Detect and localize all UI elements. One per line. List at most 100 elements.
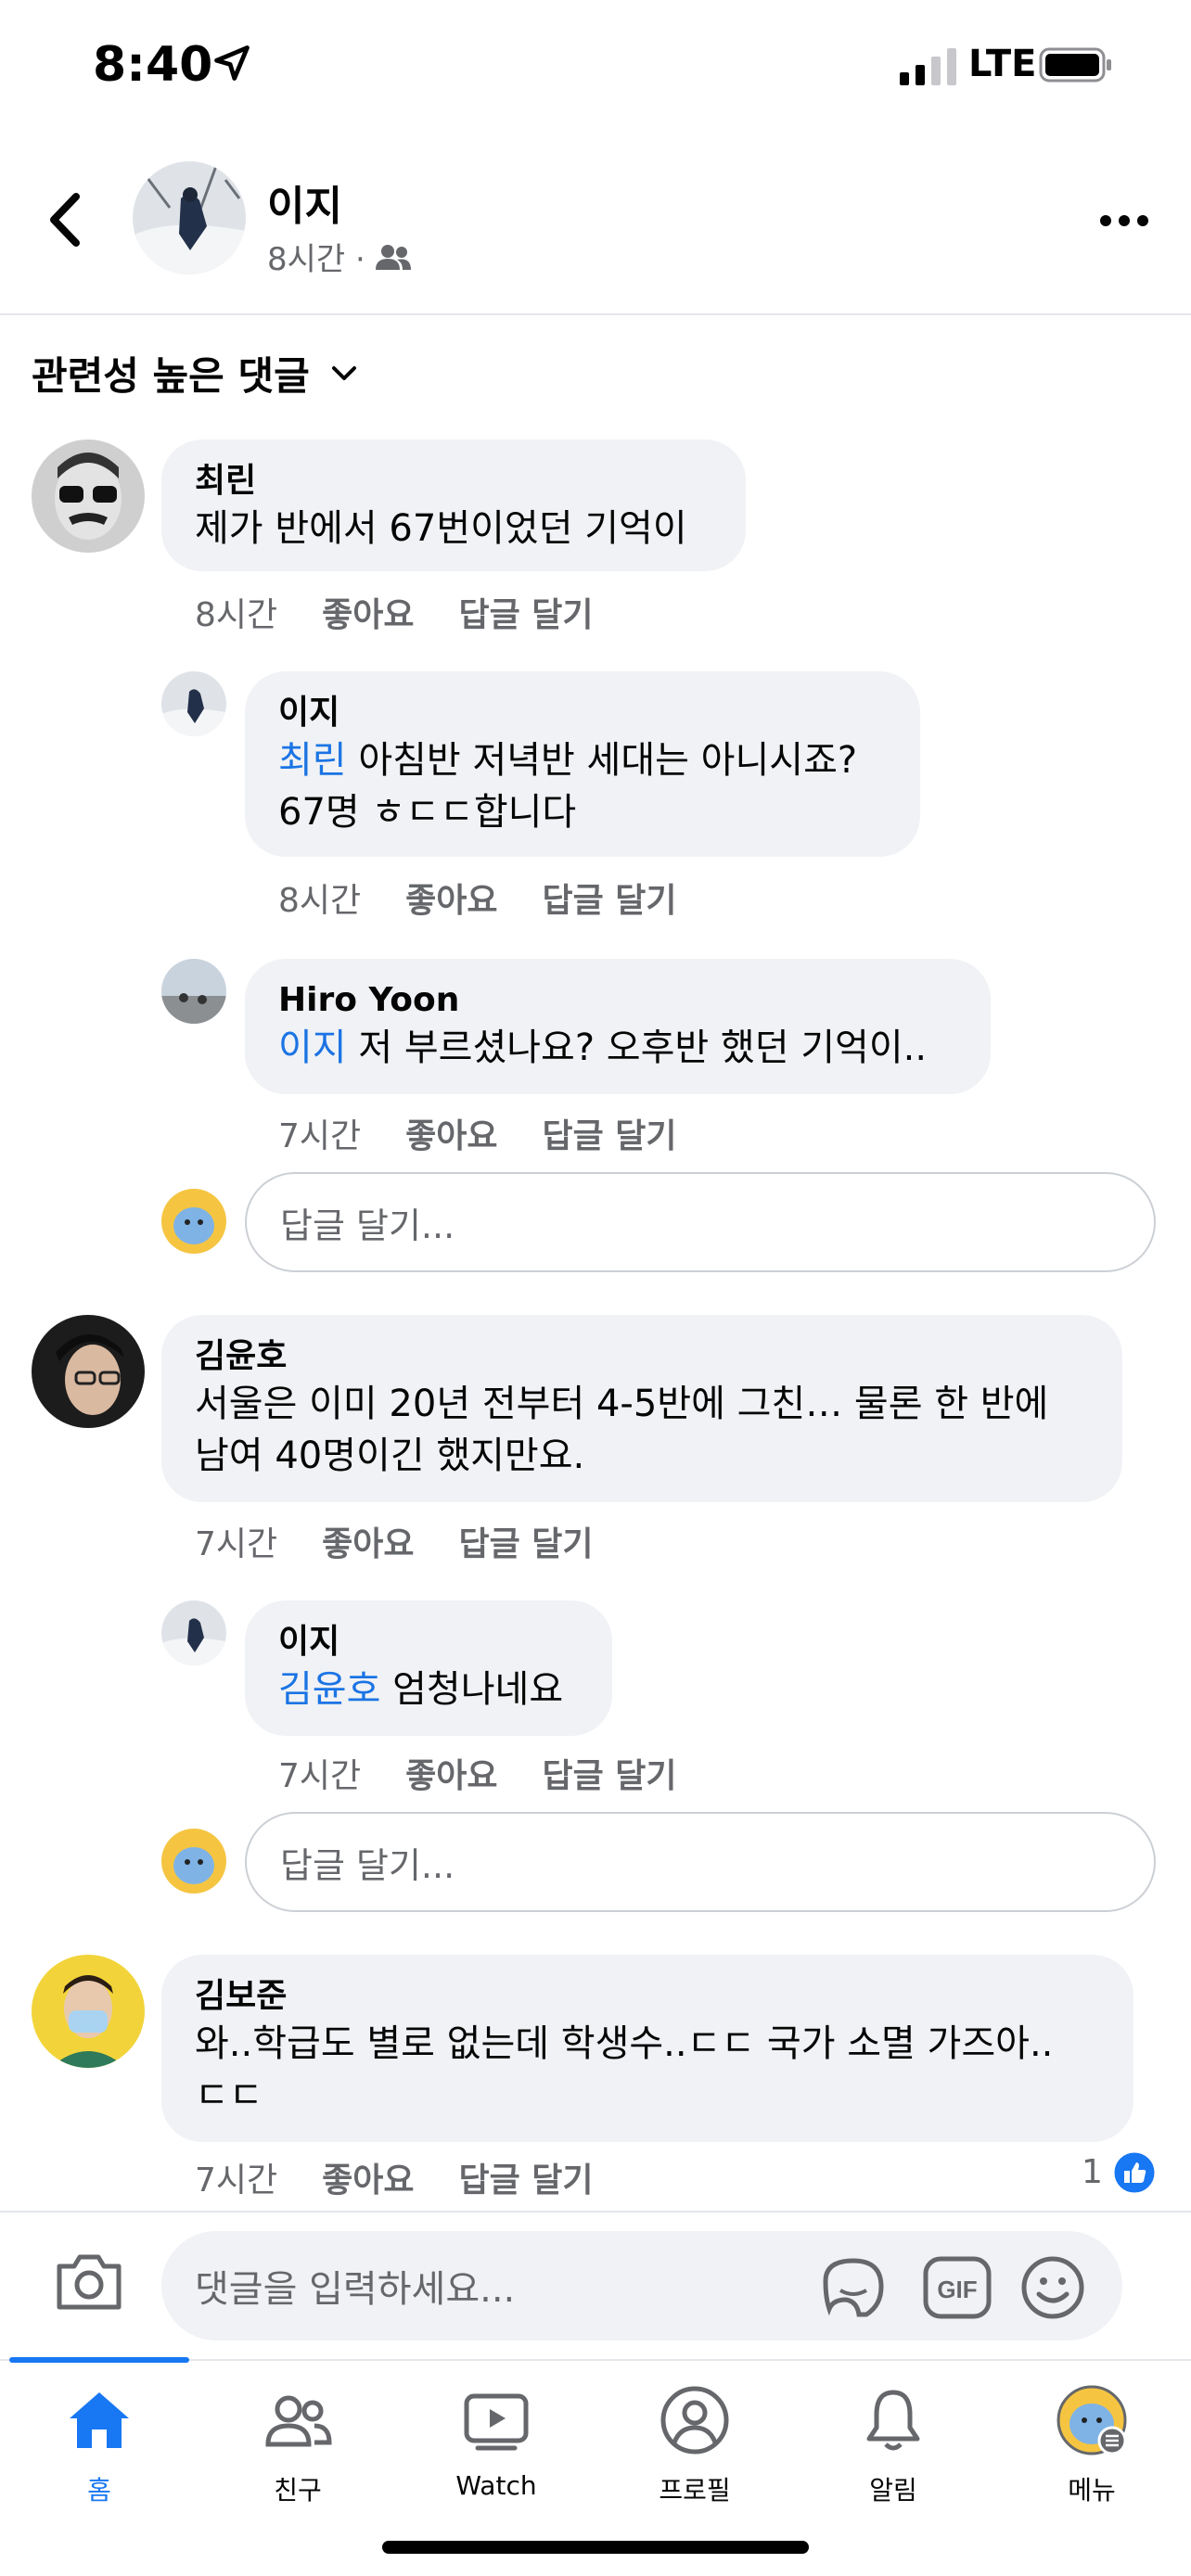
tab-notifications[interactable]: 알림 (794, 2383, 992, 2522)
comment-actions: 7시간 좋아요 답글 달기 (195, 1517, 594, 1565)
commenter-avatar[interactable] (32, 1315, 145, 1428)
post-header: 이지 8시간 · (0, 139, 1191, 315)
tab-label: 친구 (274, 2475, 322, 2506)
comment-bubble[interactable]: 최린 제가 반에서 67번이었던 기억이 (161, 440, 746, 571)
reply-button[interactable]: 답글 달기 (543, 874, 677, 922)
comment-actions: 8시간 좋아요 답글 달기 (195, 588, 594, 636)
commenter-avatar[interactable] (161, 671, 226, 736)
reply-button[interactable]: 답글 달기 (543, 1109, 677, 1157)
mention-link[interactable]: 김윤호 (278, 1668, 380, 1711)
commenter-avatar[interactable] (161, 959, 226, 1024)
comment-bubble[interactable]: 김윤호 서울은 이미 20년 전부터 4-5반에 그친… 물론 한 반에 남여 … (161, 1315, 1122, 1502)
post-time: 8시간 · (267, 241, 365, 278)
comment-text: 엄청나네요 (392, 1668, 564, 1711)
comment-time: 7시간 (278, 1117, 362, 1155)
like-button[interactable]: 좋아요 (322, 2153, 414, 2201)
reply-input[interactable]: 답글 달기... (245, 1812, 1156, 1912)
friends-icon (265, 2395, 332, 2447)
commenter-avatar[interactable] (161, 1600, 226, 1665)
status-time: 8:40 (93, 37, 213, 93)
comment-time: 7시간 (278, 1757, 362, 1795)
tab-label: 홈 (87, 2475, 111, 2506)
tab-profile[interactable]: 프로필 (596, 2383, 794, 2522)
mention-link[interactable]: 최린 (278, 739, 347, 782)
comment-text: 남여 40명이긴 했지만요. (195, 1435, 585, 1477)
menu-avatar-icon (1057, 2385, 1127, 2455)
tab-watch[interactable]: Watch (397, 2383, 596, 2522)
tab-label: 알림 (869, 2475, 917, 2506)
battery-icon (1039, 47, 1111, 83)
comment-bubble[interactable]: Hiro Yoon 이지 저 부르셨나요? 오후반 했던 기억이.. (245, 959, 991, 1094)
back-icon[interactable] (43, 187, 89, 252)
like-button[interactable]: 좋아요 (322, 588, 414, 636)
reaction-count[interactable]: 1 (1082, 2153, 1103, 2191)
comment-text: 아침반 저녁반 세대는 아니시죠? (358, 739, 858, 782)
comment-author[interactable]: Hiro Yoon (278, 979, 957, 1022)
comment-text: 제가 반에서 67번이었던 기억이 (195, 507, 687, 550)
comment-text: 와..학급도 별로 없는데 학생수..ㄷㄷ 국가 소멸 가즈아.. (195, 2022, 1054, 2065)
reply-button[interactable]: 답글 달기 (543, 1749, 677, 1797)
comment-actions: 8시간 좋아요 답글 달기 (278, 874, 677, 922)
comment-author[interactable]: 이지 (278, 1621, 579, 1664)
comment-bubble[interactable]: 이지 최린 아침반 저녁반 세대는 아니시죠? 67명 ㅎㄷㄷ합니다 (245, 671, 920, 857)
bell-icon (866, 2390, 920, 2451)
like-reaction-icon[interactable] (1111, 2149, 1158, 2196)
comment-input[interactable]: 댓글을 입력하세요... GIF (161, 2231, 1122, 2340)
emoji-icon[interactable] (1020, 2255, 1085, 2320)
friends-audience-icon (375, 244, 411, 270)
active-tab-indicator (9, 2357, 189, 2363)
comment-time: 8시간 (195, 596, 278, 634)
comment-actions: 7시간 좋아요 답글 달기 (278, 1749, 677, 1797)
more-options-icon[interactable] (1098, 210, 1150, 232)
chevron-down-icon (331, 365, 356, 380)
comment-time: 7시간 (195, 2162, 278, 2200)
comment-text-line: 김윤호 엄청나네요 (278, 1664, 579, 1715)
network-label: LTE (968, 43, 1037, 85)
author-name[interactable]: 이지 (267, 172, 342, 232)
tab-home[interactable]: 홈 (0, 2383, 198, 2522)
comment-bubble[interactable]: 이지 김윤호 엄청나네요 (245, 1600, 612, 1736)
mention-link[interactable]: 이지 (278, 1027, 347, 1069)
status-bar: 8:40 LTE (0, 0, 1191, 139)
signal-icon (900, 48, 956, 85)
comment-text: 저 부르셨나요? 오후반 했던 기억이.. (358, 1027, 928, 1069)
comment-author[interactable]: 이지 (278, 692, 887, 734)
gif-icon[interactable]: GIF (922, 2255, 992, 2320)
author-avatar[interactable] (133, 161, 246, 274)
commenter-avatar[interactable] (32, 1955, 145, 2068)
home-indicator (382, 2541, 809, 2554)
home-icon (70, 2392, 129, 2448)
like-button[interactable]: 좋아요 (405, 1749, 497, 1797)
reply-button[interactable]: 답글 달기 (459, 588, 594, 636)
commenter-avatar[interactable] (32, 440, 145, 553)
reply-input-placeholder: 답글 달기... (280, 1844, 455, 1886)
comment-compose-bar: 댓글을 입력하세요... GIF (0, 2211, 1191, 2359)
tab-friends[interactable]: 친구 (198, 2383, 397, 2522)
comment-actions: 7시간 좋아요 답글 달기 (195, 2153, 594, 2201)
comment-text-line: 최린 아침반 저녁반 세대는 아니시죠? (278, 734, 887, 786)
tab-label: Watch (455, 2470, 537, 2501)
like-button[interactable]: 좋아요 (322, 1517, 414, 1565)
reply-input[interactable]: 답글 달기... (245, 1172, 1156, 1272)
my-avatar (161, 1189, 226, 1254)
comment-author[interactable]: 김윤호 (195, 1335, 1089, 1378)
sticker-icon[interactable] (818, 2253, 889, 2324)
reply-button[interactable]: 답글 달기 (459, 1517, 594, 1565)
like-button[interactable]: 좋아요 (405, 874, 497, 922)
comment-text: 67명 ㅎㄷㄷ합니다 (278, 791, 577, 834)
comment-author[interactable]: 최린 (195, 460, 712, 503)
tab-menu[interactable]: 메뉴 (992, 2383, 1191, 2522)
comment-sort-dropdown[interactable]: 관련성 높은 댓글 (32, 345, 358, 402)
svg-text:GIF: GIF (937, 2276, 977, 2303)
watch-icon (464, 2393, 529, 2451)
comment-actions: 7시간 좋아요 답글 달기 (278, 1109, 677, 1157)
comment-time: 8시간 (278, 882, 362, 920)
reply-button[interactable]: 답글 달기 (459, 2153, 594, 2201)
tab-label: 프로필 (659, 2475, 731, 2506)
comment-text: 서울은 이미 20년 전부터 4-5반에 그친… 물론 한 반에 (195, 1383, 1049, 1425)
profile-icon (660, 2386, 729, 2455)
camera-icon[interactable] (54, 2250, 124, 2313)
like-button[interactable]: 좋아요 (405, 1109, 497, 1157)
comment-author[interactable]: 김보준 (195, 1975, 1100, 2018)
comment-bubble[interactable]: 김보준 와..학급도 별로 없는데 학생수..ㄷㄷ 국가 소멸 가즈아.. ㄷㄷ (161, 1955, 1133, 2142)
